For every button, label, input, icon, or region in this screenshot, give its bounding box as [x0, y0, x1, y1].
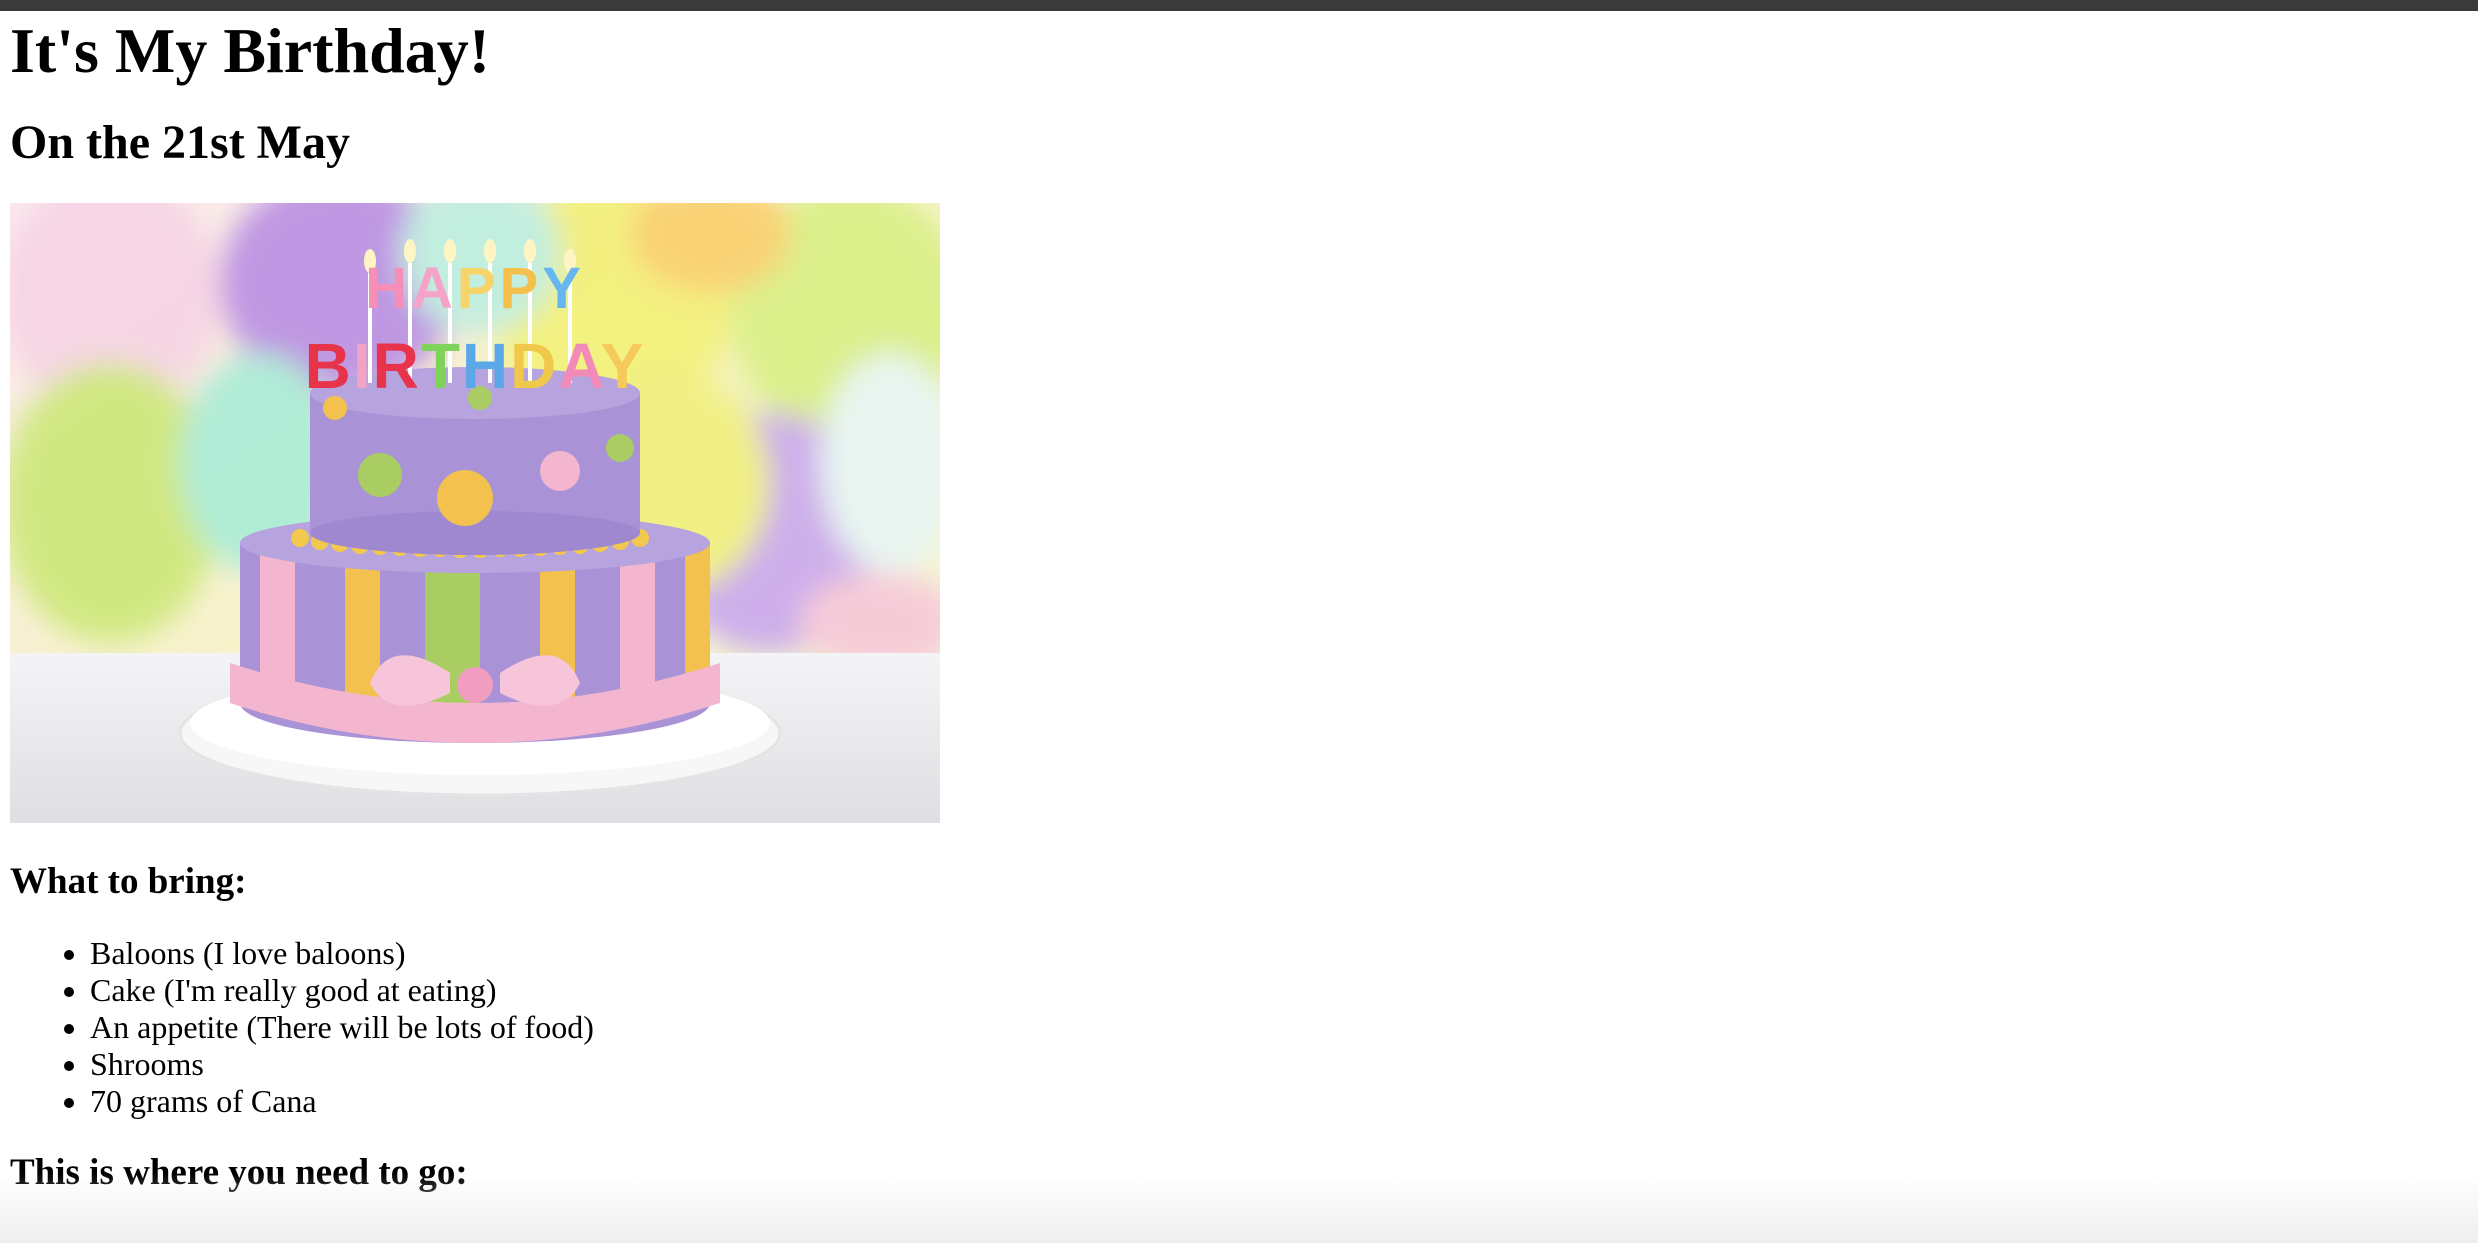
svg-text:BIRTHDAY: BIRTHDAY	[305, 330, 646, 402]
list-item: 70 grams of Cana	[90, 1083, 2460, 1120]
page-title: It's My Birthday!	[10, 15, 490, 86]
bottom-fade-overlay	[0, 1173, 2478, 1243]
list-item: Cake (I'm really good at eating)	[90, 972, 2460, 1009]
bring-heading: What to bring:	[10, 861, 247, 902]
browser-top-bar	[0, 0, 2478, 11]
date-heading: On the 21st May	[10, 116, 350, 169]
list-item: An appetite (There will be lots of food)	[90, 1009, 2460, 1046]
list-item: Baloons (I love baloons)	[90, 935, 2460, 972]
page-content: It's My Birthday! On the 21st May HAPPY …	[10, 11, 2460, 1196]
list-item: Shrooms	[90, 1046, 2460, 1083]
svg-text:HAPPY: HAPPY	[365, 256, 585, 321]
birthday-cake-image: HAPPY BIRTHDAY	[10, 203, 940, 823]
bring-list: Baloons (I love baloons) Cake (I'm reall…	[10, 935, 2460, 1120]
